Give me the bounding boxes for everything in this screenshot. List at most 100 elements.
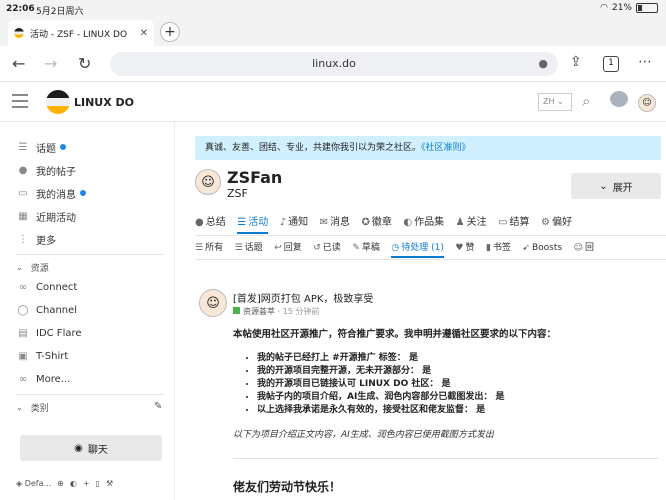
subtab-label: 待处理 (1)	[401, 243, 444, 253]
wrench-icon[interactable]: ⚒	[106, 479, 113, 488]
sidebar-item-channel[interactable]: ◯ Channel	[16, 301, 77, 319]
close-icon[interactable]: ✕	[140, 28, 148, 39]
address-bar[interactable]: linux.do ●	[110, 52, 558, 76]
pencil-icon[interactable]: ✎	[154, 401, 162, 412]
profile-name: ZSFan	[227, 168, 283, 187]
subtab-boosts[interactable]: ➹ Boosts	[522, 238, 562, 258]
browser-tab-bar: 活动 - ZSF - LINUX DO ✕ +	[0, 18, 666, 46]
tab-count-button[interactable]: 1	[603, 56, 619, 72]
post-avatar[interactable]: ☺	[199, 289, 227, 317]
subtab-label: 已读	[322, 243, 341, 253]
chevron-down-icon: ⌄	[599, 180, 608, 192]
subtab-label: 回	[584, 243, 594, 253]
main-content: 真诚、友善、团结、专业，共建你我引以为荣之社区。《社区准则》 ☺ ZSFan Z…	[175, 122, 666, 500]
tab-label: 结算	[509, 217, 530, 228]
unread-dot	[60, 144, 66, 150]
tab-activity[interactable]: ☰ 活动	[237, 212, 269, 234]
inbox-icon: ▭	[18, 187, 28, 199]
announcement-banner: 真诚、友善、团结、专业，共建你我引以为荣之社区。《社区准则》	[195, 136, 661, 160]
sidebar-section-label: 类别	[30, 404, 49, 414]
post-title[interactable]: [首发]网页打包 APK，极致享受	[233, 290, 373, 305]
profile-avatar[interactable]: ☺	[195, 169, 221, 195]
subtab-label: 话题	[244, 243, 263, 253]
sidebar-item-recent-activity[interactable]: ▦ 近期活动	[16, 207, 76, 225]
sidebar-item-my-messages[interactable]: ▭ 我的消息	[16, 184, 86, 202]
browser-tab[interactable]: 活动 - ZSF - LINUX DO ✕	[8, 20, 154, 46]
tab-label: 徽章	[371, 217, 392, 228]
sidebar-item-label: Channel	[36, 304, 78, 316]
card-icon: ▭	[498, 217, 508, 228]
tab-label: 通知	[288, 217, 309, 228]
new-tab-button[interactable]: +	[160, 22, 180, 42]
linuxdo-logo[interactable]	[46, 90, 70, 114]
list-item: 以上选择我承诺是永久有效的，接受社区和佬友监督： 是	[257, 404, 658, 417]
chevron-down-icon: ⌄	[16, 403, 23, 412]
subtab-replies[interactable]: ↩ 回复	[274, 238, 302, 258]
subtab-read[interactable]: ↺ 已读	[313, 238, 341, 258]
chevron-down-icon: ⌄	[16, 263, 23, 272]
chat-button-label: 聊天	[87, 444, 108, 456]
post-category[interactable]: 资源荟萃	[243, 307, 275, 316]
history-icon: ↺	[313, 243, 321, 253]
users-icon: ♟	[455, 217, 465, 228]
sidebar-item-label: Connect	[36, 281, 78, 293]
subtab-reactions[interactable]: ☺ 回	[574, 238, 594, 258]
sidebar-item-label: 我的消息	[36, 189, 76, 201]
tab-notifications[interactable]: ♪ 通知	[280, 212, 308, 234]
subtab-likes[interactable]: ♥ 赞	[455, 238, 474, 258]
chat-icon[interactable]	[610, 91, 628, 107]
sidebar-item-tshirt[interactable]: ▣ T-Shirt	[16, 347, 68, 365]
user-avatar[interactable]: ☺	[638, 94, 656, 112]
subtab-bookmarks[interactable]: ▮ 书签	[486, 238, 511, 258]
subtab-drafts[interactable]: ✎ 草稿	[352, 238, 380, 258]
chat-button[interactable]: ◉ 聊天	[20, 435, 162, 461]
sidebar-item-my-posts[interactable]: ● 我的帖子	[16, 161, 76, 179]
microphone-icon[interactable]: ●	[538, 52, 548, 76]
palette-icon: ◈	[16, 479, 23, 488]
user-icon: ●	[195, 217, 204, 228]
device-icon[interactable]: ▯	[96, 479, 100, 488]
status-bar: 22:06 5月2日周六 ◠ 21%	[0, 0, 666, 18]
more-icon: ⋮	[18, 233, 28, 245]
sidebar-item-more[interactable]: ⋮ 更多	[16, 230, 56, 248]
sidebar-section-resources[interactable]: ⌄ 资源	[16, 261, 49, 274]
tab-summary[interactable]: ● 总结	[195, 212, 226, 234]
theme-selector[interactable]: ◈ Defa...	[16, 479, 51, 488]
share-icon[interactable]: ⇪	[570, 54, 582, 70]
post-time: 15 分钟前	[282, 307, 320, 316]
reload-icon[interactable]: ↻	[78, 54, 91, 73]
site-brand[interactable]: LINUX DO	[74, 96, 134, 109]
subtab-topics[interactable]: ☰ 话题	[235, 238, 263, 258]
subtab-all[interactable]: ☰ 所有	[195, 238, 223, 258]
expand-button[interactable]: ⌄ 展开	[571, 173, 661, 199]
sidebar-item-more-resources[interactable]: ∞ More...	[16, 370, 71, 388]
tab-portfolio[interactable]: ◐ 作品集	[403, 212, 444, 234]
badge-icon: ✪	[361, 217, 370, 228]
tab-badges[interactable]: ✪ 徽章	[361, 212, 391, 234]
profile-tabs: ● 总结 ☰ 活动 ♪ 通知 ✉ 消息 ✪ 徽章 ◐ 作品集 ♟ 关注 ▭ 结算 ⚙ 偏好	[195, 212, 666, 236]
tab-follow[interactable]: ♟ 关注	[456, 212, 487, 234]
sidebar-item-topics[interactable]: ☰ 话题	[16, 138, 66, 156]
language-select[interactable]: ZH ⌄	[538, 93, 572, 111]
pencil-icon: ✎	[352, 243, 360, 253]
forward-icon[interactable]: →	[44, 54, 57, 73]
contrast-icon[interactable]: ◐	[70, 479, 77, 488]
tab-messages[interactable]: ✉ 消息	[320, 212, 350, 234]
sidebar-section-categories[interactable]: ⌄ 类别	[16, 401, 49, 414]
search-icon[interactable]: ⌕	[582, 92, 590, 110]
sidebar-item-idc-flare[interactable]: ▤ IDC Flare	[16, 324, 81, 342]
hamburger-icon[interactable]	[12, 94, 28, 112]
tab-preferences[interactable]: ⚙ 偏好	[541, 212, 572, 234]
layers-icon: ☰	[18, 141, 28, 153]
subtab-pending[interactable]: ◷ 待处理 (1)	[391, 238, 444, 258]
sidebar-item-connect[interactable]: ∞ Connect	[16, 278, 78, 296]
sidebar: ☰ 话题 ● 我的帖子 ▭ 我的消息 ▦ 近期活动 ⋮ 更多 ⌄ 资源 ∞ Co…	[0, 122, 175, 500]
back-icon[interactable]: ←	[12, 54, 25, 73]
plus-icon[interactable]: +	[83, 479, 90, 488]
banner-text: 真诚、友善、团结、专业，共建你我引以为荣之社区。	[205, 143, 422, 153]
globe-icon[interactable]: ⊕	[57, 479, 64, 488]
tab-billing[interactable]: ▭ 结算	[498, 212, 529, 234]
status-date: 5月2日周六	[36, 7, 84, 17]
more-icon[interactable]: ⋯	[638, 54, 652, 70]
community-guidelines-link[interactable]: 《社区准则》	[421, 143, 471, 153]
